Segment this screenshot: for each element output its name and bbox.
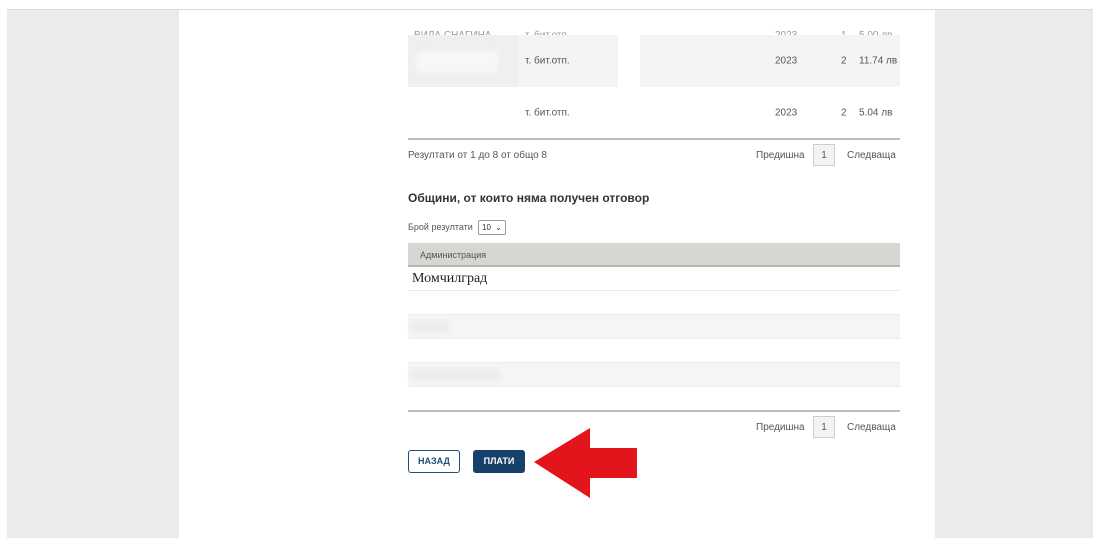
row-count: 2 xyxy=(841,107,847,119)
table-row: т. бит.отп. 2023 2 11.74 лв xyxy=(408,35,900,87)
table-bottom-border xyxy=(408,410,900,412)
pager-next-link[interactable]: Следваща xyxy=(847,422,896,433)
per-page-label: Брой резултати xyxy=(408,222,473,232)
results-summary: Резултати от 1 до 8 от общо 8 xyxy=(408,150,547,161)
table-row: ВИЛА СНАГИНА т. бит.отп. 2023 1 5.00 лв xyxy=(408,10,900,41)
redaction-blur xyxy=(416,51,498,73)
redaction-blur xyxy=(410,368,500,381)
row-type: т. бит.отп. xyxy=(525,55,570,67)
list-item xyxy=(408,339,900,363)
chevron-down-icon: ⌄ xyxy=(495,223,502,232)
list-item xyxy=(408,291,900,315)
pay-button[interactable]: ПЛАТИ xyxy=(473,450,525,473)
table-row: т. бит.отп. 2023 2 5.04 лв xyxy=(408,87,900,139)
section-heading: Общини, от които няма получен отговор xyxy=(408,191,650,205)
pager-page-1[interactable]: 1 xyxy=(813,416,835,438)
municipality-name: Момчилград xyxy=(412,271,488,286)
fees-table: ВИЛА СНАГИНА т. бит.отп. 2023 1 5.00 лв … xyxy=(408,10,900,139)
list-item xyxy=(408,363,900,387)
per-page-select[interactable]: 10 ⌄ xyxy=(478,220,506,235)
left-gutter xyxy=(7,10,179,538)
column-header-administration: Администрация xyxy=(420,250,487,260)
main-content: ВИЛА СНАГИНА т. бит.отп. 2023 1 5.00 лв … xyxy=(179,10,935,538)
row-amount: 5.04 лв xyxy=(859,107,893,119)
redaction-mask xyxy=(618,10,640,138)
red-arrow-icon xyxy=(534,428,637,498)
right-gutter xyxy=(935,10,1093,538)
row-year: 2023 xyxy=(775,107,798,119)
row-count: 2 xyxy=(841,55,847,67)
pager-next-link[interactable]: Следваща xyxy=(847,150,896,161)
pager-prev-link[interactable]: Предишна xyxy=(756,150,805,161)
pager-prev-link[interactable]: Предишна xyxy=(756,422,805,433)
list-item xyxy=(408,315,900,339)
row-type: т. бит.отп. xyxy=(525,107,570,119)
pager-page-1[interactable]: 1 xyxy=(813,144,835,166)
redaction-blur xyxy=(410,320,450,333)
list-item: Момчилград xyxy=(408,267,900,291)
row-amount: 11.74 лв xyxy=(859,55,898,67)
back-button[interactable]: НАЗАД xyxy=(408,450,460,473)
row-year: 2023 xyxy=(775,55,798,67)
table-bottom-border xyxy=(408,138,900,140)
administration-table-header: Администрация xyxy=(408,243,900,267)
per-page-value: 10 xyxy=(482,223,491,232)
